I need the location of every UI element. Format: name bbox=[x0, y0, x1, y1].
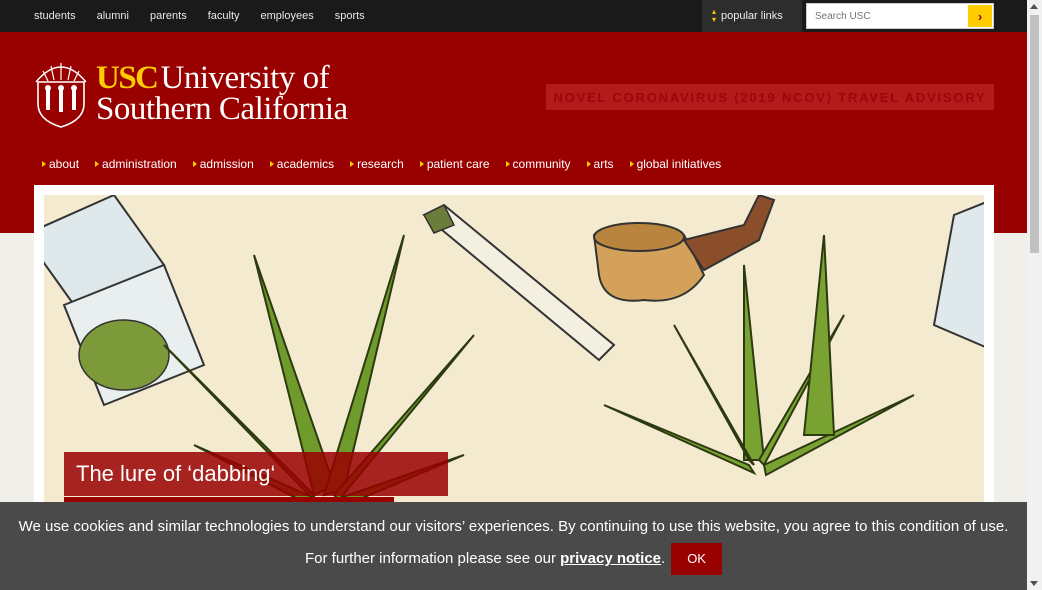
hero-headline[interactable]: The lure of ‘dabbing‘ bbox=[64, 452, 448, 496]
cookie-text-end: . bbox=[661, 550, 666, 567]
privacy-notice-link[interactable]: privacy notice bbox=[560, 550, 661, 567]
nav-item-admission[interactable]: admission bbox=[192, 157, 254, 171]
nav-label: academics bbox=[276, 157, 335, 171]
scroll-down-icon[interactable] bbox=[1030, 581, 1038, 586]
caret-right-icon bbox=[350, 161, 355, 167]
usc-seal-icon bbox=[35, 63, 87, 128]
nav-item-research[interactable]: research bbox=[350, 157, 404, 171]
nav-item-arts[interactable]: arts bbox=[586, 157, 614, 171]
nav-item-administration[interactable]: administration bbox=[95, 157, 177, 171]
nav-label: community bbox=[512, 157, 571, 171]
usc-logo[interactable]: USCUniversity of Southern California bbox=[34, 60, 348, 128]
search-submit-button[interactable]: › bbox=[968, 5, 992, 27]
scroll-up-icon[interactable] bbox=[1030, 4, 1038, 9]
joint-icon bbox=[422, 203, 616, 362]
link-alumni[interactable]: alumni bbox=[97, 10, 129, 22]
chevron-right-icon: › bbox=[977, 8, 983, 24]
jar-right-icon bbox=[932, 201, 984, 348]
caret-right-icon bbox=[95, 161, 100, 167]
nav-label: about bbox=[49, 157, 80, 171]
link-parents[interactable]: parents bbox=[150, 10, 187, 22]
link-sports[interactable]: sports bbox=[335, 10, 365, 22]
cookie-ok-button[interactable]: OK bbox=[671, 543, 722, 576]
jar-left-icon bbox=[44, 195, 206, 407]
nav-label: arts bbox=[593, 157, 614, 171]
travel-advisory-banner[interactable]: NOVEL CORONAVIRUS (2019 NCOV) TRAVEL ADV… bbox=[546, 84, 994, 110]
caret-right-icon bbox=[192, 161, 197, 167]
caret-right-icon bbox=[629, 161, 634, 167]
popular-links-dropdown[interactable]: ▴ ▾ popular links bbox=[702, 0, 802, 32]
caret-right-icon bbox=[42, 161, 46, 167]
link-faculty[interactable]: faculty bbox=[208, 10, 240, 22]
nav-label: administration bbox=[102, 157, 177, 171]
nav-item-academics[interactable]: academics bbox=[269, 157, 335, 171]
nav-label: patient care bbox=[426, 157, 490, 171]
scroll-thumb[interactable] bbox=[1030, 15, 1039, 253]
audience-links: students alumni parents faculty employee… bbox=[34, 0, 386, 32]
nav-label: research bbox=[357, 157, 404, 171]
cookie-banner: We use cookies and similar technologies … bbox=[0, 502, 1027, 590]
popular-links-label: popular links bbox=[721, 10, 783, 22]
search-box: › bbox=[806, 3, 994, 29]
nav-item-community[interactable]: community bbox=[505, 157, 571, 171]
main-nav: about administration admission academics… bbox=[42, 157, 737, 171]
up-down-arrows-icon: ▴ ▾ bbox=[712, 7, 717, 24]
nav-item-global-initiatives[interactable]: global initiatives bbox=[629, 157, 722, 171]
wordmark-line2: Southern California bbox=[96, 91, 348, 127]
caret-right-icon bbox=[419, 161, 424, 167]
nav-item-about[interactable]: about bbox=[42, 157, 79, 171]
caret-right-icon bbox=[505, 161, 510, 167]
link-students[interactable]: students bbox=[34, 10, 76, 22]
nav-label: admission bbox=[199, 157, 254, 171]
link-employees[interactable]: employees bbox=[261, 10, 314, 22]
page-scrollbar[interactable] bbox=[1027, 0, 1042, 590]
utility-bar: students alumni parents faculty employee… bbox=[0, 0, 1027, 32]
caret-right-icon bbox=[269, 161, 274, 167]
nav-item-patient-care[interactable]: patient care bbox=[419, 157, 490, 171]
wordmark: USCUniversity of Southern California bbox=[96, 62, 348, 127]
nav-label: global initiatives bbox=[636, 157, 722, 171]
search-input[interactable] bbox=[807, 4, 967, 28]
cookie-text: We use cookies and similar technologies … bbox=[18, 518, 1009, 567]
caret-right-icon bbox=[586, 161, 591, 167]
